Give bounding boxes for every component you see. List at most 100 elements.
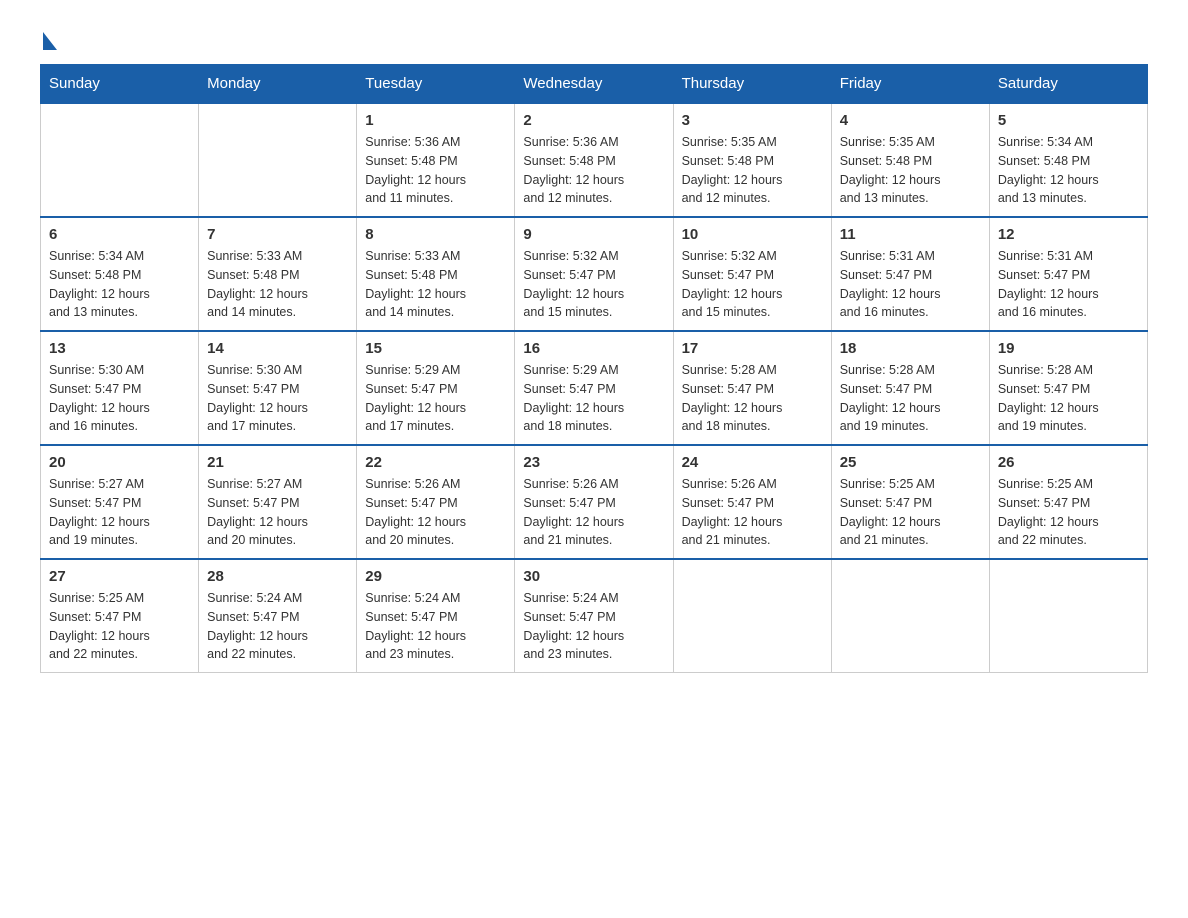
header-day-sunday: Sunday	[41, 65, 199, 104]
calendar-cell	[831, 559, 989, 673]
calendar-cell	[989, 559, 1147, 673]
day-info: Sunrise: 5:26 AM Sunset: 5:47 PM Dayligh…	[523, 475, 664, 550]
day-info: Sunrise: 5:28 AM Sunset: 5:47 PM Dayligh…	[682, 361, 823, 436]
day-info: Sunrise: 5:25 AM Sunset: 5:47 PM Dayligh…	[49, 589, 190, 664]
day-info: Sunrise: 5:35 AM Sunset: 5:48 PM Dayligh…	[840, 133, 981, 208]
calendar-cell	[673, 559, 831, 673]
calendar-cell: 27 Sunrise: 5:25 AM Sunset: 5:47 PM Dayli…	[41, 559, 199, 673]
day-number: 28	[207, 568, 348, 585]
calendar-cell: 24 Sunrise: 5:26 AM Sunset: 5:47 PM Dayli…	[673, 445, 831, 559]
day-info: Sunrise: 5:32 AM Sunset: 5:47 PM Dayligh…	[682, 247, 823, 322]
calendar-week-row: 6Sunrise: 5:34 AM Sunset: 5:48 PM Daylig…	[41, 217, 1148, 331]
day-number: 2	[523, 112, 664, 129]
day-info: Sunrise: 5:27 AM Sunset: 5:47 PM Dayligh…	[207, 475, 348, 550]
calendar-cell: 25 Sunrise: 5:25 AM Sunset: 5:47 PM Dayli…	[831, 445, 989, 559]
calendar-cell: 23 Sunrise: 5:26 AM Sunset: 5:47 PM Dayli…	[515, 445, 673, 559]
calendar-cell: 13 Sunrise: 5:30 AM Sunset: 5:47 PM Dayli…	[41, 331, 199, 445]
day-number: 12	[998, 226, 1139, 243]
calendar-cell: 4Sunrise: 5:35 AM Sunset: 5:48 PM Daylig…	[831, 103, 989, 217]
calendar-cell	[199, 103, 357, 217]
day-info: Sunrise: 5:26 AM Sunset: 5:47 PM Dayligh…	[682, 475, 823, 550]
day-number: 9	[523, 226, 664, 243]
day-number: 13	[49, 340, 190, 357]
day-info: Sunrise: 5:30 AM Sunset: 5:47 PM Dayligh…	[207, 361, 348, 436]
day-info: Sunrise: 5:32 AM Sunset: 5:47 PM Dayligh…	[523, 247, 664, 322]
calendar-cell: 21 Sunrise: 5:27 AM Sunset: 5:47 PM Dayli…	[199, 445, 357, 559]
day-number: 7	[207, 226, 348, 243]
header-day-wednesday: Wednesday	[515, 65, 673, 104]
day-number: 27	[49, 568, 190, 585]
day-info: Sunrise: 5:28 AM Sunset: 5:47 PM Dayligh…	[840, 361, 981, 436]
day-number: 10	[682, 226, 823, 243]
day-number: 26	[998, 454, 1139, 471]
calendar-cell: 16 Sunrise: 5:29 AM Sunset: 5:47 PM Dayli…	[515, 331, 673, 445]
calendar-table: SundayMondayTuesdayWednesdayThursdayFrid…	[40, 64, 1148, 673]
day-info: Sunrise: 5:31 AM Sunset: 5:47 PM Dayligh…	[840, 247, 981, 322]
calendar-cell: 1Sunrise: 5:36 AM Sunset: 5:48 PM Daylig…	[357, 103, 515, 217]
logo-arrow-icon	[43, 32, 57, 50]
calendar-week-row: 1Sunrise: 5:36 AM Sunset: 5:48 PM Daylig…	[41, 103, 1148, 217]
day-number: 18	[840, 340, 981, 357]
day-number: 25	[840, 454, 981, 471]
calendar-week-row: 27 Sunrise: 5:25 AM Sunset: 5:47 PM Dayli…	[41, 559, 1148, 673]
day-info: Sunrise: 5:28 AM Sunset: 5:47 PM Dayligh…	[998, 361, 1139, 436]
day-info: Sunrise: 5:34 AM Sunset: 5:48 PM Dayligh…	[998, 133, 1139, 208]
calendar-cell: 14 Sunrise: 5:30 AM Sunset: 5:47 PM Dayli…	[199, 331, 357, 445]
calendar-cell: 5 Sunrise: 5:34 AM Sunset: 5:48 PM Daylig…	[989, 103, 1147, 217]
calendar-cell: 18 Sunrise: 5:28 AM Sunset: 5:47 PM Dayli…	[831, 331, 989, 445]
calendar-cell: 19Sunrise: 5:28 AM Sunset: 5:47 PM Dayli…	[989, 331, 1147, 445]
calendar-cell: 10 Sunrise: 5:32 AM Sunset: 5:47 PM Dayli…	[673, 217, 831, 331]
day-info: Sunrise: 5:30 AM Sunset: 5:47 PM Dayligh…	[49, 361, 190, 436]
day-number: 16	[523, 340, 664, 357]
header-day-monday: Monday	[199, 65, 357, 104]
day-info: Sunrise: 5:31 AM Sunset: 5:47 PM Dayligh…	[998, 247, 1139, 322]
day-info: Sunrise: 5:33 AM Sunset: 5:48 PM Dayligh…	[365, 247, 506, 322]
day-info: Sunrise: 5:36 AM Sunset: 5:48 PM Dayligh…	[523, 133, 664, 208]
calendar-cell: 2 Sunrise: 5:36 AM Sunset: 5:48 PM Daylig…	[515, 103, 673, 217]
logo	[40, 30, 57, 44]
calendar-cell	[41, 103, 199, 217]
day-info: Sunrise: 5:27 AM Sunset: 5:47 PM Dayligh…	[49, 475, 190, 550]
calendar-cell: 30 Sunrise: 5:24 AM Sunset: 5:47 PM Dayli…	[515, 559, 673, 673]
day-info: Sunrise: 5:24 AM Sunset: 5:47 PM Dayligh…	[523, 589, 664, 664]
day-number: 21	[207, 454, 348, 471]
day-number: 22	[365, 454, 506, 471]
header-day-friday: Friday	[831, 65, 989, 104]
page-header	[40, 30, 1148, 44]
day-info: Sunrise: 5:33 AM Sunset: 5:48 PM Dayligh…	[207, 247, 348, 322]
calendar-header-row: SundayMondayTuesdayWednesdayThursdayFrid…	[41, 65, 1148, 104]
day-info: Sunrise: 5:36 AM Sunset: 5:48 PM Dayligh…	[365, 133, 506, 208]
day-info: Sunrise: 5:35 AM Sunset: 5:48 PM Dayligh…	[682, 133, 823, 208]
day-info: Sunrise: 5:24 AM Sunset: 5:47 PM Dayligh…	[207, 589, 348, 664]
calendar-cell: 7 Sunrise: 5:33 AM Sunset: 5:48 PM Daylig…	[199, 217, 357, 331]
day-number: 5	[998, 112, 1139, 129]
calendar-cell: 28 Sunrise: 5:24 AM Sunset: 5:47 PM Dayli…	[199, 559, 357, 673]
calendar-cell: 11 Sunrise: 5:31 AM Sunset: 5:47 PM Dayli…	[831, 217, 989, 331]
day-info: Sunrise: 5:25 AM Sunset: 5:47 PM Dayligh…	[998, 475, 1139, 550]
calendar-week-row: 13 Sunrise: 5:30 AM Sunset: 5:47 PM Dayli…	[41, 331, 1148, 445]
header-day-thursday: Thursday	[673, 65, 831, 104]
day-number: 29	[365, 568, 506, 585]
day-number: 14	[207, 340, 348, 357]
header-day-saturday: Saturday	[989, 65, 1147, 104]
day-number: 8	[365, 226, 506, 243]
calendar-cell: 6Sunrise: 5:34 AM Sunset: 5:48 PM Daylig…	[41, 217, 199, 331]
header-day-tuesday: Tuesday	[357, 65, 515, 104]
day-number: 17	[682, 340, 823, 357]
day-number: 23	[523, 454, 664, 471]
calendar-week-row: 20Sunrise: 5:27 AM Sunset: 5:47 PM Dayli…	[41, 445, 1148, 559]
day-number: 24	[682, 454, 823, 471]
day-number: 6	[49, 226, 190, 243]
calendar-cell: 22 Sunrise: 5:26 AM Sunset: 5:47 PM Dayli…	[357, 445, 515, 559]
day-info: Sunrise: 5:29 AM Sunset: 5:47 PM Dayligh…	[365, 361, 506, 436]
day-number: 30	[523, 568, 664, 585]
day-info: Sunrise: 5:26 AM Sunset: 5:47 PM Dayligh…	[365, 475, 506, 550]
calendar-cell: 29 Sunrise: 5:24 AM Sunset: 5:47 PM Dayli…	[357, 559, 515, 673]
day-info: Sunrise: 5:29 AM Sunset: 5:47 PM Dayligh…	[523, 361, 664, 436]
calendar-cell: 3Sunrise: 5:35 AM Sunset: 5:48 PM Daylig…	[673, 103, 831, 217]
calendar-cell: 26 Sunrise: 5:25 AM Sunset: 5:47 PM Dayli…	[989, 445, 1147, 559]
day-info: Sunrise: 5:24 AM Sunset: 5:47 PM Dayligh…	[365, 589, 506, 664]
calendar-cell: 15Sunrise: 5:29 AM Sunset: 5:47 PM Dayli…	[357, 331, 515, 445]
day-info: Sunrise: 5:25 AM Sunset: 5:47 PM Dayligh…	[840, 475, 981, 550]
day-number: 11	[840, 226, 981, 243]
